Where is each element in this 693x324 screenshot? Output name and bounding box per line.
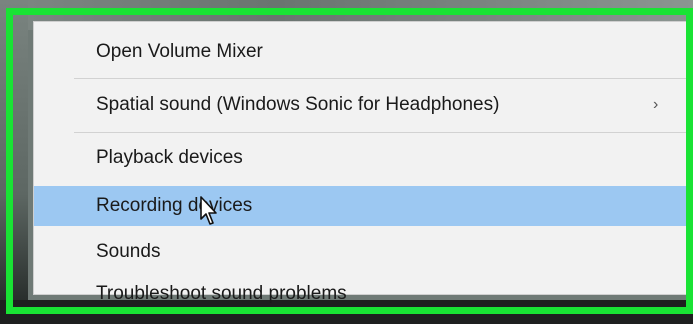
mouse-pointer-icon [200,196,217,225]
annotation-highlight-frame [6,8,693,314]
